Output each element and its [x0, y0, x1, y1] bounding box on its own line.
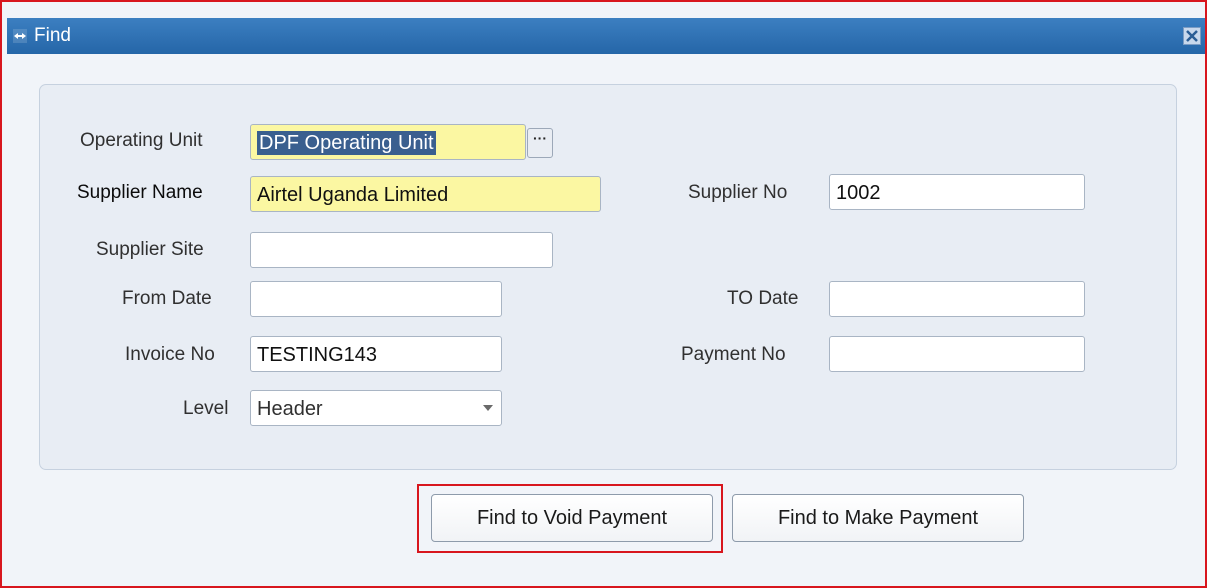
operating-unit-value: DPF Operating Unit — [257, 131, 436, 155]
invoice-no-label: Invoice No — [125, 344, 215, 365]
chevron-down-icon[interactable] — [483, 405, 493, 411]
supplier-site-field[interactable] — [250, 232, 553, 268]
supplier-name-label: Supplier Name — [77, 182, 203, 203]
level-value: Header — [257, 398, 323, 420]
payment-no-field[interactable] — [829, 336, 1085, 372]
level-label: Level — [183, 398, 229, 419]
window-title: Find — [34, 25, 71, 46]
find-window: Find Operating Unit DPF Operating Unit ·… — [0, 0, 1207, 588]
supplier-no-field[interactable]: 1002 — [829, 174, 1085, 210]
find-to-void-payment-button[interactable]: Find to Void Payment — [431, 494, 713, 542]
level-select[interactable]: Header — [250, 390, 502, 426]
find-window-icon — [13, 29, 27, 43]
from-date-label: From Date — [122, 288, 212, 309]
operating-unit-field[interactable]: DPF Operating Unit — [250, 124, 526, 160]
operating-unit-label: Operating Unit — [80, 130, 203, 151]
supplier-name-field[interactable]: Airtel Uganda Limited — [250, 176, 601, 212]
from-date-field[interactable] — [250, 281, 502, 317]
payment-no-label: Payment No — [681, 344, 786, 365]
title-bar: Find — [7, 18, 1205, 54]
supplier-site-label: Supplier Site — [96, 239, 204, 260]
supplier-no-label: Supplier No — [688, 182, 788, 203]
to-date-label: TO Date — [727, 288, 799, 309]
to-date-field[interactable] — [829, 281, 1085, 317]
invoice-no-field[interactable]: TESTING143 — [250, 336, 502, 372]
close-icon[interactable] — [1183, 27, 1201, 45]
ellipsis-icon[interactable]: ··· — [527, 128, 553, 158]
find-to-make-payment-button[interactable]: Find to Make Payment — [732, 494, 1024, 542]
